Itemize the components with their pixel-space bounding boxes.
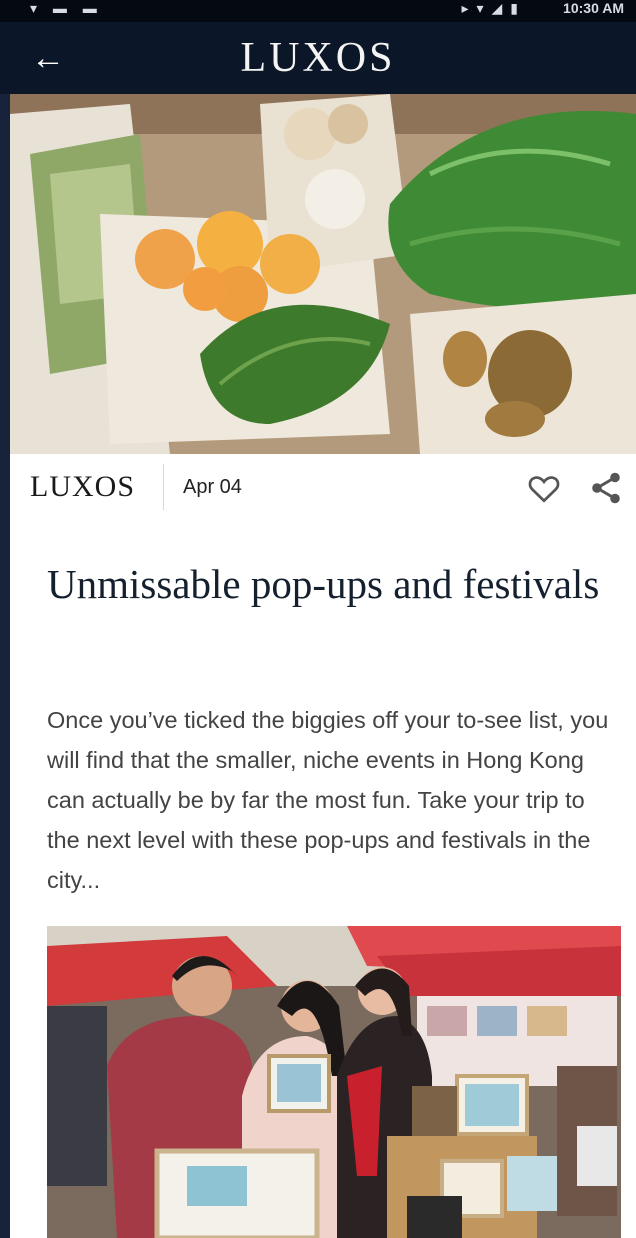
article-card[interactable]: LUXOS Apr 04 Unmissable pop-ups and fest… xyxy=(10,94,636,1238)
status-time: 10:30 AM xyxy=(563,0,624,16)
article-photo xyxy=(47,926,621,1238)
source-name: LUXOS xyxy=(30,470,136,503)
article-meta: LUXOS Apr 04 xyxy=(10,456,636,518)
hero-image xyxy=(10,94,636,454)
back-button[interactable]: ← xyxy=(26,36,70,80)
meta-divider xyxy=(163,464,164,510)
background-edge xyxy=(0,94,10,1238)
article-title[interactable]: Unmissable pop-ups and festivals xyxy=(47,556,607,612)
publish-date: Apr 04 xyxy=(183,476,242,498)
arrow-left-icon: ← xyxy=(31,39,65,77)
notification-icons: ▾ ▬ ▬ xyxy=(30,0,103,16)
status-bar: ▾ ▬ ▬ ▸▾◢▮ 10:30 AM xyxy=(0,0,636,22)
app-logo: LUXOS xyxy=(240,35,396,81)
article-excerpt: Once you’ve ticked the biggies off your … xyxy=(47,707,609,893)
signal-icons: ▸▾◢▮ xyxy=(461,0,526,16)
heart-outline-icon[interactable] xyxy=(526,470,562,506)
share-icon[interactable] xyxy=(588,470,624,506)
app-bar: ← LUXOS xyxy=(0,22,636,94)
